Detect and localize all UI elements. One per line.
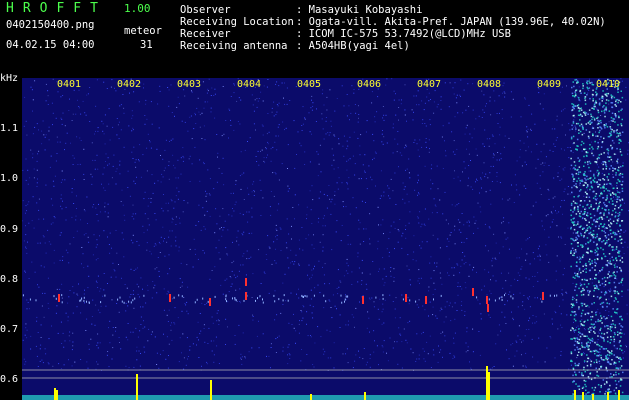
y-label-0-8: 0.8 [0,274,19,285]
time-label-0402: 0402 [117,79,142,90]
time-label-0403: 0403 [177,79,202,90]
y-label-1-0: 1.0 [0,173,19,184]
time-label-0409: 0409 [537,79,562,90]
meteor-count: 31 [140,39,153,51]
observer-value: : Masayuki Kobayashi [296,4,423,16]
location-value: : Ogata-vill. Akita-Pref. JAPAN (139.96E… [296,16,606,28]
observer-label: Observer [180,4,231,16]
time-label-0405: 0405 [297,79,322,90]
receiver-value: : ICOM IC-575 53.7492(@LCD)MHz USB [296,28,511,40]
antenna-value: : A504HB(yagi 4el) [296,40,410,52]
receiver-label: Receiver [180,28,231,40]
date-time: 04.02.15 04:00 [6,39,95,51]
hrofft-window: HROFFT 1.00 0402150400.png 04.02.15 04:0… [0,0,629,400]
y-label-0-6: 0.6 [0,374,19,385]
spectrogram-canvas [22,78,629,400]
time-label-0407: 0407 [417,79,442,90]
y-label-0-9: 0.9 [0,224,19,235]
time-label-0404: 0404 [237,79,262,90]
antenna-label: Receiving antenna [180,40,288,52]
y-unit-label: kHz [0,73,19,84]
time-label-0410: 0410 [596,79,621,90]
app-title: HROFFT [6,1,107,16]
y-label-1-1: 1.1 [0,123,19,134]
time-label-0401: 0401 [57,79,82,90]
meteor-label: meteor [124,25,162,37]
file-name: 0402150400.png [6,19,95,31]
spectrogram [22,78,629,400]
time-label-0406: 0406 [357,79,382,90]
y-label-0-7: 0.7 [0,324,19,335]
location-label: Receiving Location [180,16,294,28]
time-label-0408: 0408 [477,79,502,90]
app-version: 1.00 [124,2,151,15]
